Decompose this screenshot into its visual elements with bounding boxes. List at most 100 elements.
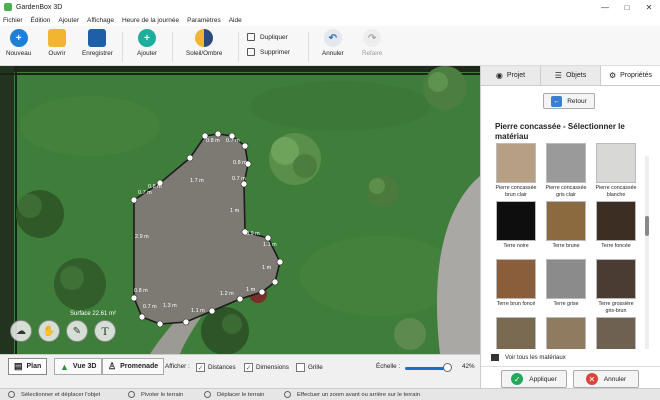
dimensions-label: Dimensions [256,364,289,371]
menu-file[interactable]: Fichier [3,17,23,24]
distances-label: Distances [208,364,236,371]
material-name: Terre grise [553,301,579,307]
back-label: Retour [567,97,587,105]
material-item[interactable]: Pierre concassée blanche [593,143,639,198]
distance-label: 1 m [230,208,240,214]
distance-label: 1.1 m [263,242,277,248]
save-button[interactable]: Enregistrer [82,29,113,57]
checkmark-icon: ✓ [244,363,253,372]
view-plan-label: Plan [26,363,42,370]
material-item[interactable]: Terre grise [543,259,589,308]
tree-shrub[interactable] [16,190,64,238]
material-item[interactable]: Terre brune [543,201,589,250]
material-swatch [546,317,586,349]
distances-checkbox[interactable]: ✓ Distances [196,363,236,372]
floppy-disk-icon [88,29,107,47]
menu-bar: Fichier Édition Ajouter Affichage Heure … [0,14,660,26]
view-plan-button[interactable]: ▤ Plan [8,358,48,375]
tree-shrub[interactable] [269,133,321,185]
redo-icon: ↷ [363,29,382,47]
menu-add[interactable]: Ajouter [58,17,79,24]
menu-help[interactable]: Aide [229,17,242,24]
material-item[interactable]: Terre grossière gris-brun [593,259,639,314]
surface-area-label: Surface 22.61 m² [70,311,117,317]
maximize-button[interactable]: □ [616,0,638,14]
tab-objects[interactable]: ☰ Objets [541,66,601,85]
delete-button[interactable]: Supprimer [247,48,290,56]
toolbar-divider [238,32,239,62]
tree-3d-icon: ▲ [60,361,69,372]
close-button[interactable]: ✕ [638,0,660,14]
view-3d-orbit-button[interactable]: ☁ [10,320,32,342]
material-swatch [496,259,536,299]
menu-time-of-day[interactable]: Heure de la journée [122,17,179,24]
view-3d-button[interactable]: ▲ Vue 3D [54,358,103,375]
tab-properties[interactable]: ⚙ Propriétés [601,66,660,85]
menu-edit[interactable]: Édition [31,17,51,24]
add-button[interactable]: + Ajouter [137,29,157,57]
scrollbar-thumb[interactable] [645,216,649,236]
material-swatch [496,201,536,241]
mouse-icon [128,391,135,398]
menu-settings[interactable]: Paramètres [187,17,221,24]
grid-checkbox[interactable]: Grille [296,363,323,372]
hint-zoom-label: Effectuer un zoom avant ou arrière sur l… [297,391,420,398]
folder-icon [48,29,66,47]
redo-button[interactable]: ↷ Refaire [362,29,382,57]
new-label: Nouveau [6,50,32,57]
tree-shrub[interactable] [423,66,467,110]
hint-select-label: Sélectionner et déplacer l'objet [21,391,101,398]
material-item[interactable] [543,317,589,349]
tree-shrub[interactable] [54,258,106,310]
view-walk-button[interactable]: ♙ Promenade [102,358,165,375]
tab-objects-label: Objets [565,72,587,79]
tree-shrub[interactable] [394,318,426,350]
back-button[interactable]: ← Retour [543,93,595,109]
material-item[interactable]: Pierre concassée brun clair [493,143,539,198]
dimensions-checkbox[interactable]: ✓ Dimensions [244,363,289,372]
cancel-button[interactable]: ✕ Annuler [573,370,639,388]
material-name: Terre brun foncé [496,301,536,307]
mouse-icon [204,391,211,398]
material-item[interactable]: Terre noire [493,201,539,250]
material-item[interactable]: Pierre concassée gris clair [543,143,589,198]
see-all-label: Voir tous les matériaux [505,354,566,361]
material-item[interactable]: Terre brun foncé [493,259,539,308]
new-button[interactable]: + Nouveau [6,29,31,57]
material-scrollbar[interactable] [645,156,649,349]
material-name: Pierre concassée blanche [595,185,637,198]
measure-button[interactable]: ✎ [66,320,88,342]
material-swatch [496,317,536,349]
menu-view[interactable]: Affichage [87,17,114,24]
tree-shrub[interactable] [367,175,399,207]
see-all-materials-link[interactable]: Voir tous les matériaux [491,354,566,361]
material-swatch [496,143,536,183]
close-circle-icon: ✕ [585,373,598,385]
apply-button[interactable]: ✓ Appliquer [501,370,567,388]
duplicate-button[interactable]: Dupliquer [247,33,288,41]
material-item[interactable] [593,317,639,349]
toolbar-divider [308,32,309,62]
pan-hand-button[interactable]: ✋ [38,320,60,342]
garden-plan-canvas[interactable]: 0.8 m 0.7 m 1.7 m 0.8 m 0.7 m 1 m 0.9 m … [0,66,480,354]
material-item[interactable] [493,317,539,349]
scale-value: 42% [462,363,475,370]
app-logo-icon [4,3,12,11]
undo-button[interactable]: ↶ Annuler [322,29,344,57]
sun-shadow-icon [195,29,214,47]
empty-checkbox-icon [296,363,305,372]
material-item[interactable]: Terre foncée [593,201,639,250]
material-swatch [596,201,636,241]
sun-shadow-button[interactable]: Soleil/Ombre [186,29,222,57]
open-button[interactable]: Ouvrir [48,29,66,57]
gear-icon: ⚙ [608,71,617,80]
distance-label: 1 m [246,287,256,293]
arrow-left-icon: ← [551,95,563,107]
tab-project-label: Projet [506,72,526,79]
tab-project[interactable]: ◉ Projet [481,66,541,85]
text-tool-button[interactable]: T [94,320,116,342]
redo-label: Refaire [362,50,383,57]
scale-slider-thumb[interactable] [443,363,452,372]
tree-shrub[interactable] [201,307,249,354]
minimize-button[interactable]: — [594,0,616,14]
